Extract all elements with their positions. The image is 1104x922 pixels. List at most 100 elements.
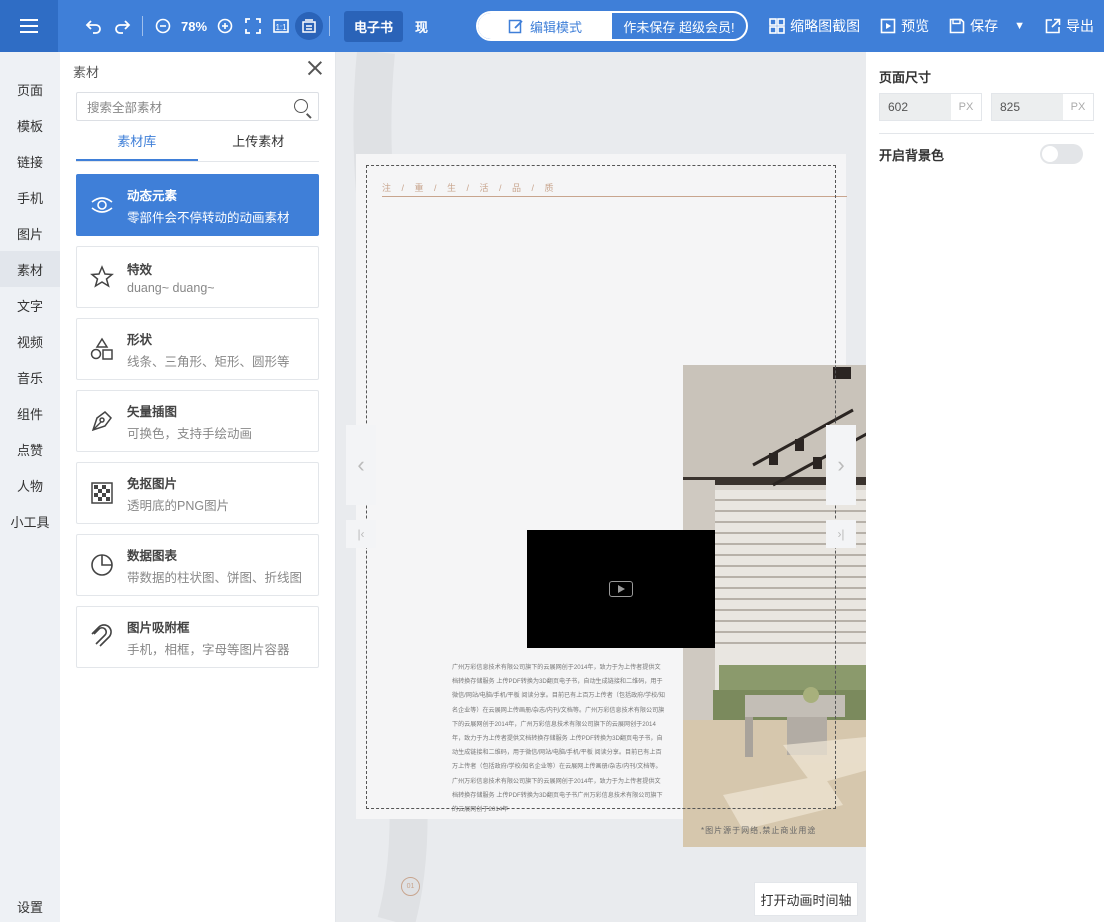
tab-library[interactable]: 素材库 (76, 132, 198, 161)
save-icon (949, 18, 965, 34)
card-shapes[interactable]: 形状线条、三角形、矩形、圆形等 (76, 318, 319, 380)
toolbar-divider (142, 16, 143, 36)
next-page-button[interactable]: › (826, 425, 856, 505)
first-page-button[interactable]: |‹ (346, 520, 376, 548)
edit-mode-label: 编辑模式 (529, 19, 582, 35)
card-subtitle: 手机，相框，字母等图片容器 (127, 642, 290, 657)
save-label: 保存 (970, 18, 999, 34)
card-subtitle: 可换色，支持手绘动画 (127, 426, 253, 441)
page-width-unit: PX (958, 101, 974, 113)
mode-toggle[interactable]: 编辑模式 作未保存 超级会员! (476, 11, 748, 41)
redo-icon[interactable] (108, 12, 136, 40)
nav-item-component[interactable]: 组件 (0, 395, 60, 431)
card-subtitle: 透明底的PNG图片 (127, 498, 230, 513)
tab-upload[interactable]: 上传素材 (198, 132, 320, 161)
zoom-out-icon[interactable] (149, 12, 177, 40)
card-title: 特效 (127, 263, 153, 277)
search-icon[interactable] (294, 99, 308, 113)
save-button[interactable]: 保存 (949, 16, 998, 36)
first-page-icon: |‹ (357, 527, 365, 541)
close-icon[interactable] (307, 60, 323, 76)
thumbnail-icon (769, 18, 785, 34)
editor-canvas[interactable]: 注 / 重 / 生 / 活 / 品 / 质 广州万彩信息技术有限公司旗下的云展网… (336, 52, 866, 922)
page-width-field[interactable]: 602 PX (879, 93, 982, 121)
layers-icon[interactable] (295, 12, 324, 40)
menu-button[interactable] (0, 0, 58, 52)
now-mode-button[interactable]: 现 (415, 17, 428, 36)
search-input[interactable]: 搜索全部素材 (76, 92, 319, 121)
page-width-value[interactable]: 602 (880, 94, 951, 120)
nav-item-person[interactable]: 人物 (0, 467, 60, 503)
card-subtitle: 带数据的柱状图、饼图、折线图 (127, 570, 303, 585)
properties-panel: 页面尺寸 602 PX 825 PX 开启背景色 (866, 52, 1104, 922)
card-dynamic-elements[interactable]: 动态元素零部件会不停转动的动画素材 (76, 174, 319, 236)
thumbnail-label: 缩略图截图 (790, 18, 861, 34)
fullscreen-icon[interactable] (239, 12, 267, 40)
panel-title: 素材 (73, 65, 100, 80)
card-effects[interactable]: 特效 duang~ duang~ (76, 246, 319, 308)
card-subtitle: 零部件会不停转动的动画素材 (127, 210, 290, 225)
undo-icon[interactable] (80, 12, 108, 40)
thumbnail-screenshot-button[interactable]: 缩略图截图 (769, 16, 860, 36)
photo-caption: *图片源于网络,禁止商业用途 (701, 826, 817, 835)
membership-notice[interactable]: 作未保存 超级会员! (612, 13, 746, 39)
preview-button[interactable]: 预览 (880, 16, 929, 36)
nav-item-link[interactable]: 链接 (0, 143, 60, 179)
prev-page-button[interactable]: ‹ (346, 425, 376, 505)
divider (879, 133, 1094, 134)
card-title: 免抠图片 (127, 476, 178, 491)
card-transparent-images[interactable]: 免抠图片透明底的PNG图片 (76, 462, 319, 524)
export-label: 导出 (1066, 18, 1094, 34)
chevron-left-icon: ‹ (357, 452, 365, 477)
nav-item-template[interactable]: 模板 (0, 107, 60, 143)
card-title: 动态元素 (127, 188, 178, 203)
nav-item-page[interactable]: 页面 (0, 71, 60, 107)
card-title: 矢量插图 (127, 404, 178, 419)
nav-item-video[interactable]: 视频 (0, 323, 60, 359)
export-icon (1045, 18, 1061, 34)
ebook-mode-button[interactable]: 电子书 (344, 10, 404, 42)
card-title: 图片吸附框 (127, 620, 190, 635)
shapes-icon (77, 336, 127, 362)
page-number: 01 (401, 877, 420, 896)
open-animation-timeline-button[interactable]: 打开动画时间轴 (754, 882, 858, 916)
gear-animation-icon (77, 192, 127, 218)
svg-text:1:1: 1:1 (275, 23, 287, 32)
material-tabs: 素材库 上传素材 (76, 132, 319, 162)
edit-icon (508, 19, 523, 34)
magnet-icon (77, 624, 127, 650)
card-image-frames[interactable]: 图片吸附框手机，相框，字母等图片容器 (76, 606, 319, 668)
edit-mode-option[interactable]: 编辑模式 (478, 13, 612, 39)
nav-item-settings[interactable]: 设置 (0, 897, 60, 916)
background-color-label: 开启背景色 (879, 148, 945, 163)
actual-size-icon[interactable]: 1:1 (267, 12, 295, 40)
nav-item-phone[interactable]: 手机 (0, 179, 60, 215)
chevron-right-icon: › (837, 452, 845, 477)
card-title: 形状 (127, 332, 153, 347)
nav-item-music[interactable]: 音乐 (0, 359, 60, 395)
nav-item-tools[interactable]: 小工具 (0, 503, 60, 539)
card-subtitle: 线条、三角形、矩形、圆形等 (127, 354, 290, 369)
nav-item-text[interactable]: 文字 (0, 287, 60, 323)
card-subtitle: duang~ duang~ (127, 281, 215, 295)
nav-item-material[interactable]: 素材 (0, 251, 60, 287)
nav-item-like[interactable]: 点赞 (0, 431, 60, 467)
last-page-button[interactable]: ›| (826, 520, 856, 548)
page-height-unit: PX (1070, 101, 1086, 113)
preview-label: 预览 (901, 18, 930, 34)
sparkle-star-icon (77, 264, 127, 290)
search-placeholder: 搜索全部素材 (87, 101, 163, 115)
toolbar-actions: 缩略图截图 预览 保存 ▼ 导出 (759, 0, 1104, 52)
zoom-in-icon[interactable] (211, 12, 239, 40)
page-height-field[interactable]: 825 PX (991, 93, 1094, 121)
page-height-value[interactable]: 825 (992, 94, 1063, 120)
save-options-dropdown[interactable]: ▼ (1014, 20, 1025, 32)
background-color-toggle[interactable] (1040, 144, 1083, 164)
card-data-charts[interactable]: 数据图表 带数据的柱状图、饼图、折线图 (76, 534, 319, 596)
export-button[interactable]: 导出 (1045, 16, 1094, 36)
card-vector-illustrations[interactable]: 矢量插图可换色，支持手绘动画 (76, 390, 319, 452)
hamburger-icon (20, 17, 38, 35)
material-panel: 素材 搜索全部素材 素材库 上传素材 动态元素零部件会不停转动的动画素材 特效 d… (60, 52, 336, 922)
toolbar-divider (329, 16, 331, 36)
nav-item-image[interactable]: 图片 (0, 215, 60, 251)
